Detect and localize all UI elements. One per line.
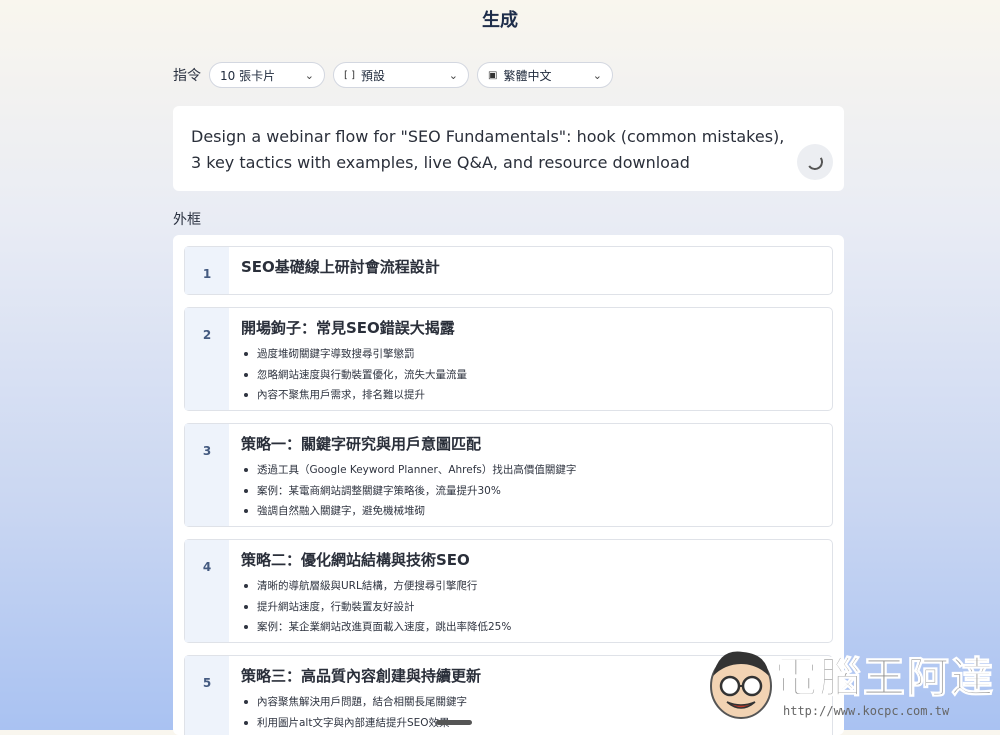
card-count-select[interactable]: 10 張卡片 ⌄ xyxy=(209,62,325,88)
prompt-toolbar: 指令 10 張卡片 ⌄ [ ] 預設 ⌄ ▣ 繁體中文 ⌄ xyxy=(173,62,621,88)
language-select[interactable]: ▣ 繁體中文 ⌄ xyxy=(477,62,613,88)
card-bullet: 案例：某企業網站改進頁面載入速度，跳出率降低25% xyxy=(241,617,822,638)
chevron-down-icon: ⌄ xyxy=(304,68,314,82)
theme-value: 預設 xyxy=(360,68,385,83)
aspect-ratio-icon: [ ] xyxy=(344,69,355,81)
card-title: 策略二：優化網站結構與技術SEO xyxy=(241,551,470,569)
card-count-value: 10 張卡片 xyxy=(220,68,276,83)
scroll-handle[interactable] xyxy=(436,720,472,725)
watermark-text: 電腦王阿達 xyxy=(774,653,996,703)
card-bullet: 透過工具（Google Keyword Planner、Ahrefs）找出高價值… xyxy=(241,460,822,481)
mascot-logo xyxy=(710,651,772,719)
outline-card[interactable]: 2 開場鉤子：常見SEO錯誤大揭露 過度堆砌關鍵字導致搜尋引擎懲罰 忽略網站速度… xyxy=(184,307,833,411)
card-number: 5 xyxy=(185,656,229,735)
card-number: 2 xyxy=(185,308,229,410)
outline-card[interactable]: 1 SEO基礎線上研討會流程設計 xyxy=(184,246,833,295)
prompt-label: 指令 xyxy=(173,68,201,84)
outline-card[interactable]: 4 策略二：優化網站結構與技術SEO 清晰的導航層級與URL結構，方便搜尋引擎爬… xyxy=(184,539,833,643)
outline-label: 外框 xyxy=(173,212,201,228)
card-title: 策略一：關鍵字研究與用戶意圖匹配 xyxy=(241,435,482,453)
watermark-url: http://www.kocpc.com.tw xyxy=(783,704,950,718)
language-icon: ▣ xyxy=(488,69,498,81)
watermark: 電腦王阿達 http://www.kocpc.com.tw xyxy=(705,642,995,727)
card-bullet: 忽略網站速度與行動裝置優化，流失大量流量 xyxy=(241,365,822,386)
chevron-down-icon: ⌄ xyxy=(592,68,602,82)
page-title: 生成 xyxy=(482,10,518,31)
card-bullet: 過度堆砌關鍵字導致搜尋引擎懲罰 xyxy=(241,344,822,365)
loading-spinner-icon xyxy=(805,152,825,172)
outline-card[interactable]: 3 策略一：關鍵字研究與用戶意圖匹配 透過工具（Google Keyword P… xyxy=(184,423,833,527)
card-bullet: 提升網站速度，行動裝置友好設計 xyxy=(241,597,822,618)
theme-select[interactable]: [ ] 預設 ⌄ xyxy=(333,62,469,88)
generate-button[interactable] xyxy=(797,144,833,180)
card-bullet: 清晰的導航層級與URL結構，方便搜尋引擎爬行 xyxy=(241,576,822,597)
card-title: 開場鉤子：常見SEO錯誤大揭露 xyxy=(241,319,455,337)
chevron-down-icon: ⌄ xyxy=(448,68,458,82)
card-bullet: 強調自然融入關鍵字，避免機械堆砌 xyxy=(241,501,822,522)
card-number: 3 xyxy=(185,424,229,526)
card-number: 4 xyxy=(185,540,229,642)
prompt-input[interactable]: Design a webinar flow for "SEO Fundament… xyxy=(173,106,844,191)
language-value: 繁體中文 xyxy=(503,68,552,83)
prompt-text: Design a webinar flow for "SEO Fundament… xyxy=(191,127,785,172)
card-title: SEO基礎線上研討會流程設計 xyxy=(241,258,440,276)
card-bullet: 案例：某電商網站調整關鍵字策略後，流量提升30% xyxy=(241,481,822,502)
card-bullet: 內容不聚焦用戶需求，排名難以提升 xyxy=(241,385,822,406)
card-number: 1 xyxy=(185,247,229,294)
